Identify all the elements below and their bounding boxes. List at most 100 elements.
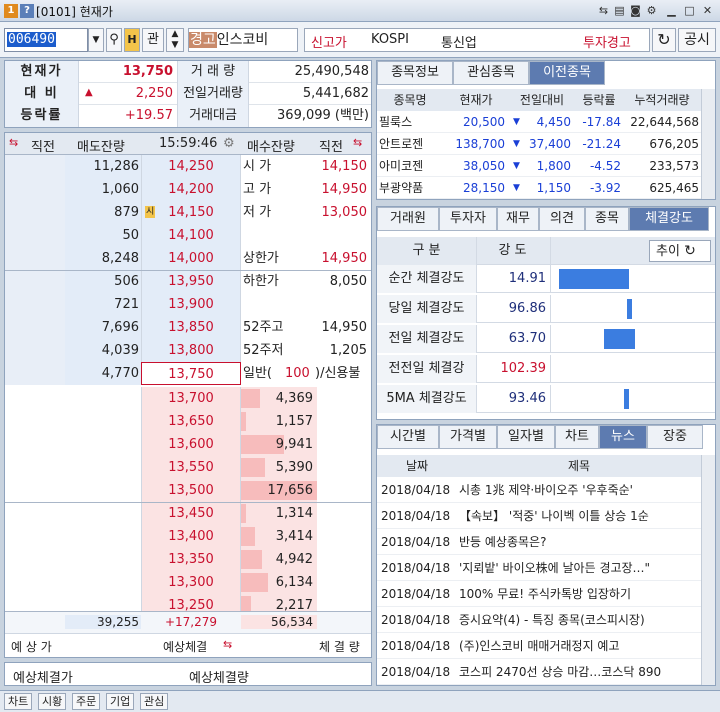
tab-0[interactable]: 시간별 (377, 425, 439, 449)
news-item[interactable]: 2018/04/18 코스피 2470선 상승 마감…코스닥 890 (377, 659, 701, 685)
news-item[interactable]: 2018/04/18 '지뢰밭' 바이오株에 날아든 경고장…" (377, 555, 701, 581)
search-icon[interactable]: ⚲ (106, 28, 122, 52)
news-item[interactable]: 2018/04/18 【속보】 '적중' 나이벡 이틀 상승 1순 (377, 503, 701, 529)
news-item[interactable]: 2018/04/18 시총 1兆 제약·바이오주 '우후죽순' (377, 477, 701, 503)
close-icon[interactable]: ✕ (700, 3, 715, 18)
ask-price[interactable]: 13,900 (141, 293, 241, 316)
stock-name-box[interactable]: 경고인스코비 (188, 28, 298, 52)
tab-2[interactable]: 재무 (497, 207, 539, 231)
bid-price[interactable]: 13,500 (141, 479, 241, 502)
refresh-icon[interactable]: ↻ (652, 28, 676, 52)
tab-2[interactable]: 이전종목 (529, 61, 605, 85)
swap-left-icon[interactable]: ⇆ (9, 136, 18, 149)
ask-row[interactable]: 7,696 13,850 52주고 14,950 (5, 316, 371, 339)
tab-2[interactable]: 일자별 (497, 425, 555, 449)
up-down-spinner-icon[interactable]: ▲ ▼ (166, 28, 184, 52)
bid-row[interactable]: 13,400 3,414 (5, 525, 371, 548)
bid-row[interactable]: 13,550 5,390 (5, 456, 371, 479)
gear-icon[interactable]: ⚙ (223, 136, 235, 151)
bid-row[interactable]: 13,700 4,369 (5, 387, 371, 410)
tab-0[interactable]: 거래원 (377, 207, 439, 231)
tab-1[interactable]: 가격별 (439, 425, 497, 449)
stock-list-row[interactable]: 필룩스 20,500 ▼ 4,450 -17.84 22,644,568 (377, 111, 701, 133)
bid-price[interactable]: 13,700 (141, 387, 241, 410)
news-title[interactable]: 시총 1兆 제약·바이오주 '우후죽순' (459, 477, 699, 503)
ask-price[interactable]: 14,200 (141, 178, 241, 201)
swap-icon[interactable]: ⇆ (223, 638, 232, 651)
stock-list-row[interactable]: 안트로젠 138,700 ▼ 37,400 -21.24 676,205 (377, 133, 701, 155)
bid-row[interactable]: 13,450 1,314 (5, 502, 371, 525)
news-title[interactable]: 코스피 2470선 상승 마감…코스닥 890 (459, 659, 699, 685)
code-dropdown-icon[interactable]: ▼ (88, 28, 104, 52)
interest-button[interactable]: 관 (142, 28, 164, 52)
statusbar-button-1[interactable]: 시황 (38, 693, 67, 710)
ask-price[interactable]: 14,150 (141, 201, 241, 224)
bid-price[interactable]: 13,600 (141, 433, 241, 456)
ask-price[interactable]: 13,750 (141, 362, 241, 385)
news-item[interactable]: 2018/04/18 증시요약(4) - 특징 종목(코스피시장) (377, 607, 701, 633)
ask-row[interactable]: 721 13,900 (5, 293, 371, 316)
h-button[interactable]: H (124, 28, 140, 52)
camera-icon[interactable]: ◙ (628, 3, 643, 18)
bid-price[interactable]: 13,550 (141, 456, 241, 479)
tab-4[interactable]: 뉴스 (599, 425, 647, 449)
bid-row[interactable]: 13,650 1,157 (5, 410, 371, 433)
new-high-link[interactable]: 신고가 (311, 32, 347, 51)
ask-row[interactable]: 506 13,950 하한가 8,050 (5, 270, 371, 293)
tab-3[interactable]: 의견 (539, 207, 585, 231)
news-title[interactable]: 증시요약(4) - 특징 종목(코스피시장) (459, 607, 699, 633)
link-icon[interactable]: ⇆ (596, 3, 611, 18)
bid-price[interactable]: 13,650 (141, 410, 241, 433)
tab-1[interactable]: 투자자 (439, 207, 497, 231)
maximize-icon[interactable]: □ (682, 3, 697, 18)
statusbar-button-0[interactable]: 차트 (4, 693, 33, 710)
notice-button[interactable]: 공시 (678, 28, 716, 52)
ask-row[interactable]: 4,77013,750일반(100)/신용불가 (5, 362, 371, 404)
bid-row[interactable]: 13,500 17,656 (5, 479, 371, 502)
ask-row[interactable]: 1,060 14,200 고 가 14,950 (5, 178, 371, 201)
ask-price[interactable]: 13,850 (141, 316, 241, 339)
tab-5[interactable]: 장중 (647, 425, 703, 449)
stock-list-row[interactable]: 부광약품 28,150 ▼ 1,150 -3.92 625,465 (377, 177, 701, 199)
bid-price[interactable]: 13,400 (141, 525, 241, 548)
news-title[interactable]: (주)인스코비 매매거래정지 예고 (459, 633, 699, 659)
ask-row[interactable]: 50 14,100 (5, 224, 371, 247)
news-item[interactable]: 2018/04/18 (주)인스코비 매매거래정지 예고 (377, 633, 701, 659)
stock-list-row[interactable]: 아미코젠 38,050 ▼ 1,800 -4.52 233,573 (377, 155, 701, 177)
ask-price[interactable]: 14,000 (141, 247, 241, 270)
bid-row[interactable]: 13,350 4,942 (5, 548, 371, 571)
bid-price[interactable]: 13,350 (141, 548, 241, 571)
news-item[interactable]: 2018/04/18 100% 무료! 주식카톡방 입장하기 (377, 581, 701, 607)
tab-3[interactable]: 차트 (555, 425, 599, 449)
ask-price[interactable]: 14,100 (141, 224, 241, 247)
news-item[interactable]: 2018/04/18 반등 예상종목은? (377, 529, 701, 555)
ask-price[interactable]: 13,800 (141, 339, 241, 362)
print-icon[interactable]: ▤ (612, 3, 627, 18)
tab-0[interactable]: 종목정보 (377, 61, 453, 85)
swap-right-icon[interactable]: ⇆ (353, 136, 362, 149)
statusbar-button-3[interactable]: 기업 (106, 693, 135, 710)
bid-price[interactable]: 13,450 (141, 502, 241, 525)
statusbar-button-4[interactable]: 관심 (140, 693, 169, 710)
minimize-icon[interactable]: ▁ (664, 3, 679, 18)
ask-price[interactable]: 13,950 (141, 270, 241, 293)
help-icon[interactable]: ? (20, 4, 34, 18)
news-scrollbar[interactable] (701, 455, 715, 685)
ask-row[interactable]: 4,039 13,800 52주저 1,205 (5, 339, 371, 362)
trend-button[interactable]: 추이 ↻ (649, 240, 711, 262)
tab-4[interactable]: 종목 (585, 207, 629, 231)
tab-5[interactable]: 체결강도 (629, 207, 709, 231)
bid-price[interactable]: 13,300 (141, 571, 241, 594)
window-number-icon[interactable]: 1 (4, 4, 18, 18)
tab-1[interactable]: 관심종목 (453, 61, 529, 85)
news-title[interactable]: 반등 예상종목은? (459, 529, 699, 555)
ask-row[interactable]: 879 14,150 시 저 가 13,050 (5, 201, 371, 224)
news-title[interactable]: 【속보】 '적중' 나이벡 이틀 상승 1순 (459, 503, 699, 529)
bid-row[interactable]: 13,600 9,941 (5, 433, 371, 456)
news-title[interactable]: '지뢰밭' 바이오株에 날아든 경고장…" (459, 555, 699, 581)
settings-icon[interactable]: ⚙ (644, 3, 659, 18)
bid-row[interactable]: 13,300 6,134 (5, 571, 371, 594)
stock-list-scrollbar[interactable] (701, 89, 715, 199)
statusbar-button-2[interactable]: 주문 (72, 693, 101, 710)
ask-row[interactable]: 8,248 14,000 상한가 14,950 (5, 247, 371, 270)
